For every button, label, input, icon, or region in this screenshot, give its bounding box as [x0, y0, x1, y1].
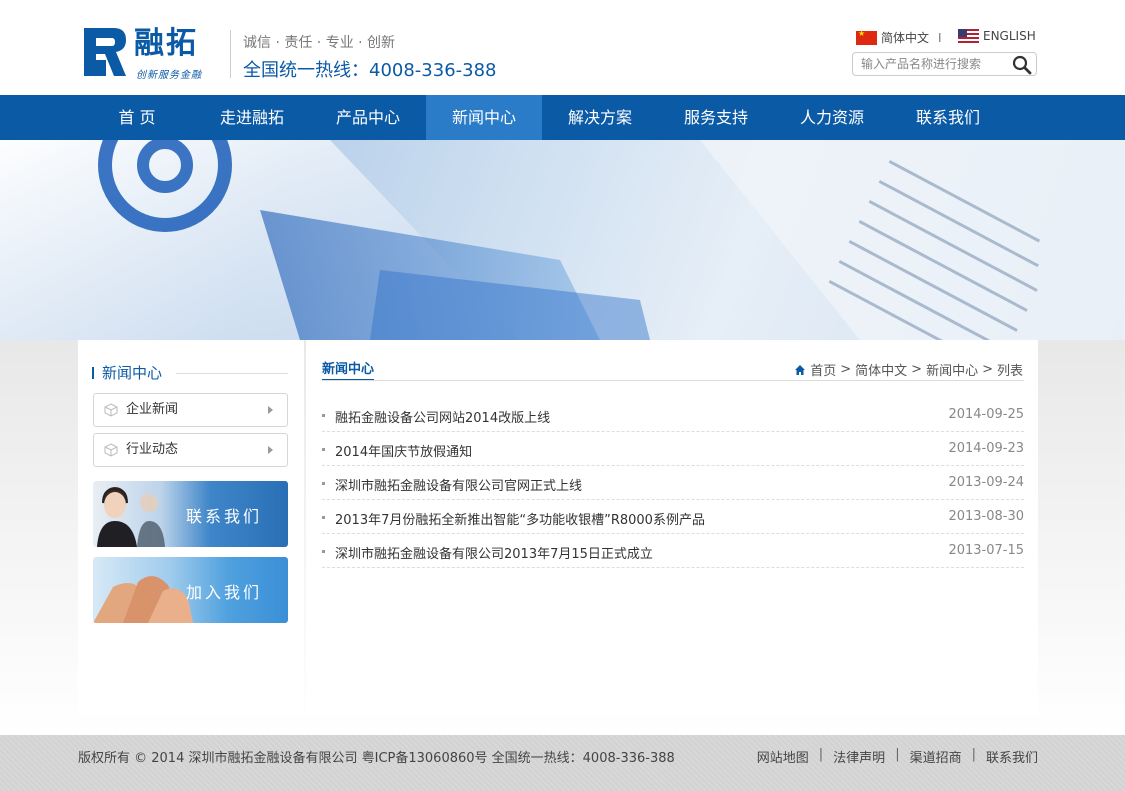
lang-chinese[interactable]: 简体中文: [856, 29, 929, 46]
breadcrumb: 首页 > 简体中文 > 新闻中心 > 列表: [794, 360, 1023, 379]
hotline: 全国统一热线：4008-336-388: [243, 60, 497, 81]
promo-join-label: 加入我们: [185, 583, 262, 602]
nav-hr[interactable]: 人力资源: [774, 95, 890, 140]
news-list: 融拓金融设备公司网站2014改版上线 2014-09-25 2014年国庆节放假…: [322, 398, 1024, 568]
main-content: 新闻中心 首页 > 简体中文 > 新闻中心 > 列表 融拓金融设备公司网站201…: [306, 340, 1038, 715]
lang-english[interactable]: ENGLISH: [958, 29, 1036, 43]
news-date: 2013-09-24: [948, 475, 1024, 490]
sidebar-item-label: 企业新闻: [126, 402, 179, 417]
home-icon: [795, 364, 806, 375]
footer-link-sitemap[interactable]: 网站地图: [757, 747, 809, 766]
nav-about[interactable]: 走进融拓: [194, 95, 310, 140]
news-title-link[interactable]: 融拓金融设备公司网站2014改版上线: [335, 407, 550, 426]
logo[interactable]: 融拓 创新服务金融: [82, 26, 217, 81]
nav-products[interactable]: 产品中心: [310, 95, 426, 140]
lang-english-label: ENGLISH: [983, 29, 1036, 43]
cube-icon: [104, 443, 118, 457]
footer-separator: |: [971, 747, 976, 762]
news-item: 2014年国庆节放假通知 2014-09-23: [322, 432, 1024, 466]
news-title-link[interactable]: 深圳市融拓金融设备有限公司官网正式上线: [335, 475, 582, 494]
news-item: 2013年7月份融拓全新推出智能“多功能收银槽”R8000系例产品 2013-0…: [322, 500, 1024, 534]
cube-icon: [104, 403, 118, 417]
banner-image: [0, 140, 1125, 340]
site-header: 融拓 创新服务金融 诚信 · 责任 · 专业 · 创新 全国统一热线：4008-…: [0, 0, 1125, 95]
sidebar-title-divider: [176, 373, 288, 374]
sidebar: 新闻中心 企业新闻 行业动态 联系我们 加入我们: [78, 340, 304, 715]
chevron-right-icon: [268, 406, 273, 414]
sidebar-item-industry-news[interactable]: 行业动态: [93, 433, 288, 467]
site-footer: 版权所有 © 2014 深圳市融拓金融设备有限公司 粤ICP备13060860号…: [0, 735, 1125, 791]
breadcrumb-language[interactable]: 简体中文: [855, 360, 907, 379]
us-flag-icon: [958, 29, 979, 43]
bullet-icon: [322, 482, 325, 485]
bullet-icon: [322, 550, 325, 553]
news-item: 融拓金融设备公司网站2014改版上线 2014-09-25: [322, 398, 1024, 432]
nav-contact[interactable]: 联系我们: [890, 95, 1006, 140]
footer-separator: |: [818, 747, 824, 762]
search-box: [852, 52, 1037, 76]
news-item: 深圳市融拓金融设备有限公司2013年7月15日正式成立 2013-07-15: [322, 534, 1024, 568]
news-date: 2014-09-23: [948, 441, 1024, 456]
header-divider: [230, 30, 231, 78]
footer-link-contact[interactable]: 联系我们: [986, 747, 1038, 766]
news-item: 深圳市融拓金融设备有限公司官网正式上线 2013-09-24: [322, 466, 1024, 500]
promo-join-us[interactable]: 加入我们: [93, 557, 288, 623]
sidebar-item-company-news[interactable]: 企业新闻: [93, 393, 288, 427]
bullet-icon: [322, 414, 325, 417]
copyright-text: 版权所有 © 2014 深圳市融拓金融设备有限公司 粤ICP备13060860号…: [78, 751, 675, 766]
breadcrumb-separator: >: [840, 362, 852, 377]
sidebar-item-label: 行业动态: [126, 442, 179, 457]
news-title-link[interactable]: 深圳市融拓金融设备有限公司2013年7月15日正式成立: [335, 543, 653, 562]
footer-links: 网站地图 | 法律声明 | 渠道招商 | 联系我们: [757, 747, 1038, 766]
lang-chinese-label: 简体中文: [881, 31, 930, 45]
news-date: 2013-07-15: [948, 543, 1024, 558]
main-nav: 首 页 走进融拓 产品中心 新闻中心 解决方案 服务支持 人力资源 联系我们: [0, 95, 1125, 140]
search-icon[interactable]: [1012, 55, 1032, 75]
china-flag-icon: [856, 29, 877, 45]
logo-subtitle: 创新服务金融: [136, 70, 202, 81]
breadcrumb-news[interactable]: 新闻中心: [926, 360, 978, 379]
footer-separator: |: [895, 747, 900, 762]
nav-solutions[interactable]: 解决方案: [542, 95, 658, 140]
slogan: 诚信 · 责任 · 专业 · 创新: [243, 35, 396, 51]
bullet-icon: [322, 448, 325, 451]
promo-contact-us[interactable]: 联系我们: [93, 481, 288, 547]
search-input[interactable]: [861, 56, 1011, 72]
breadcrumb-separator: >: [911, 362, 923, 377]
page-title: 新闻中心: [322, 358, 375, 381]
promo-contact-label: 联系我们: [185, 507, 262, 526]
logo-mark-icon: [84, 28, 126, 76]
footer-link-channel[interactable]: 渠道招商: [910, 747, 962, 766]
breadcrumb-home[interactable]: 首页: [810, 360, 836, 379]
news-date: 2014-09-25: [948, 407, 1024, 422]
nav-home[interactable]: 首 页: [94, 95, 180, 140]
hero-banner: [0, 140, 1125, 340]
footer-link-legal[interactable]: 法律声明: [833, 747, 885, 766]
chevron-right-icon: [268, 446, 273, 454]
news-date: 2013-08-30: [948, 509, 1024, 524]
logo-title: 融拓: [134, 26, 198, 61]
lang-separator: I: [938, 31, 942, 45]
news-title-link[interactable]: 2014年国庆节放假通知: [335, 441, 472, 460]
breadcrumb-current: 列表: [996, 364, 1023, 379]
title-divider: [322, 380, 1024, 381]
breadcrumb-separator: >: [982, 362, 993, 377]
nav-support[interactable]: 服务支持: [658, 95, 774, 140]
news-title-link[interactable]: 2013年7月份融拓全新推出智能“多功能收银槽”R8000系例产品: [335, 509, 705, 528]
bullet-icon: [322, 516, 325, 519]
sidebar-title: 新闻中心: [92, 362, 162, 383]
nav-news[interactable]: 新闻中心: [426, 95, 542, 140]
